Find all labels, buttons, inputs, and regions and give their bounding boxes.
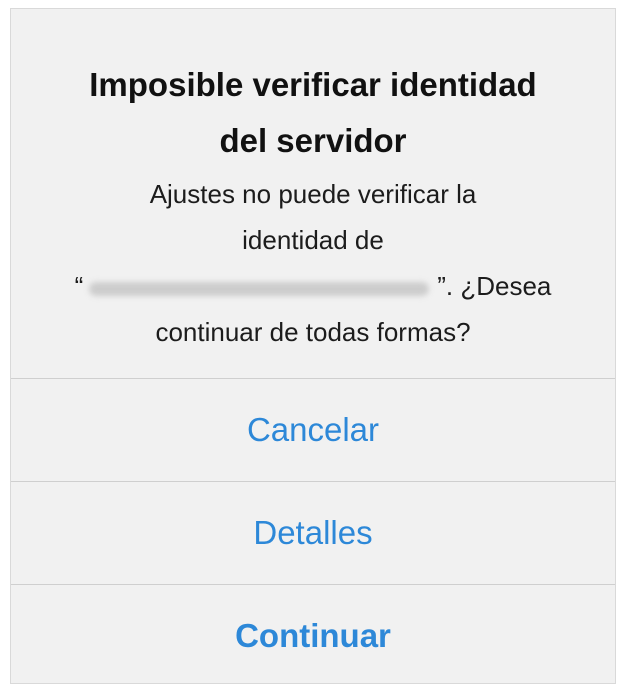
alert-message: Ajustes no puede verificar la identidad …: [11, 171, 615, 355]
alert-message-line-1: Ajustes no puede verificar la: [149, 179, 477, 209]
quote-close-and-question: ”. ¿Desea: [437, 271, 552, 301]
server-identity-alert: Imposible verificar identidad del servid…: [10, 8, 616, 684]
alert-message-line-4: continuar de todas formas?: [155, 317, 471, 347]
quote-open: “: [74, 271, 84, 301]
alert-title-line-2: del servidor: [219, 122, 407, 159]
screenshot-frame: Imposible verificar identidad del servid…: [0, 0, 630, 690]
details-button[interactable]: Detalles: [11, 482, 615, 584]
alert-message-line-3: “ ”. ¿Desea: [11, 263, 615, 309]
cancel-button[interactable]: Cancelar: [11, 379, 615, 481]
alert-title: Imposible verificar identidad del servid…: [11, 57, 615, 169]
continue-button[interactable]: Continuar: [11, 585, 615, 687]
redaction-blur: [89, 282, 430, 297]
alert-title-line-1: Imposible verificar identidad: [89, 66, 537, 103]
redacted-server-name: [85, 276, 435, 300]
alert-message-line-2: identidad de: [242, 225, 384, 255]
